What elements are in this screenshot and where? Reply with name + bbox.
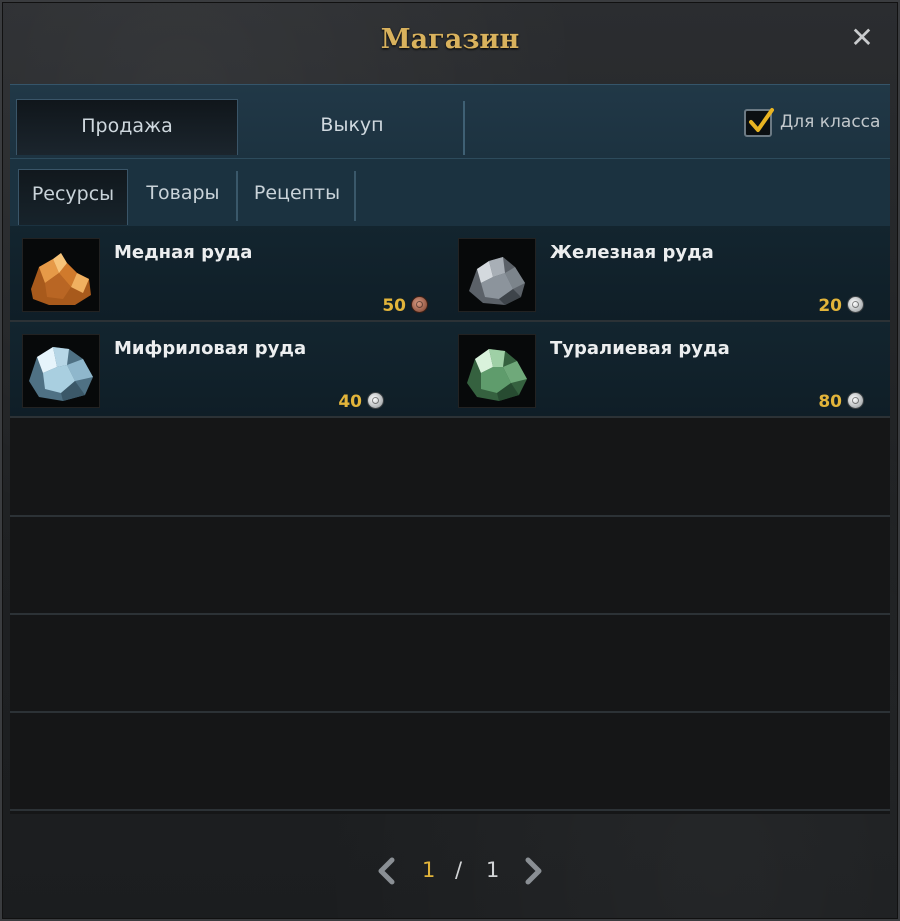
tab-sell[interactable]: Продажа xyxy=(16,99,238,155)
copper-ore-icon xyxy=(22,238,100,312)
item-price: 80 xyxy=(818,392,864,414)
category-tab-bar: Ресурсы Товары Рецепты xyxy=(10,158,890,227)
class-filter-checkbox[interactable] xyxy=(744,108,774,137)
turalium-ore-icon xyxy=(458,334,536,408)
item-copper-ore[interactable]: Медная руда 50 xyxy=(10,226,442,320)
title-bar[interactable]: Магазин ✕ xyxy=(2,2,898,84)
page-separator: / xyxy=(455,858,463,882)
copper-coin-icon xyxy=(411,296,428,313)
shop-window: Магазин ✕ Продажа Выкуп Для класса Ресур… xyxy=(0,0,900,921)
class-filter-toggle[interactable]: Для класса xyxy=(744,107,880,141)
tab-divider xyxy=(463,101,465,155)
item-name: Туралиевая руда xyxy=(550,338,730,359)
window-title: Магазин xyxy=(380,24,520,55)
tab-divider xyxy=(354,171,356,221)
price-value: 80 xyxy=(818,392,842,412)
tab-divider xyxy=(236,171,238,221)
silver-coin-icon xyxy=(367,392,384,409)
tab-recipes-label: Рецепты xyxy=(253,182,341,204)
table-row xyxy=(10,421,890,517)
prev-page-icon[interactable] xyxy=(374,856,400,886)
item-turalium-ore[interactable]: Туралиевая руда 80 xyxy=(446,322,878,416)
item-iron-ore[interactable]: Железная руда 20 xyxy=(446,226,878,320)
table-row: Мифриловая руда 40 Туралиевая руда 80 xyxy=(10,322,890,418)
tab-sell-label: Продажа xyxy=(81,115,173,137)
item-price: 40 xyxy=(338,392,384,414)
table-row: Медная руда 50 Железная руда 20 xyxy=(10,226,890,322)
pagination: 1 / 1 xyxy=(2,842,898,892)
price-value: 50 xyxy=(382,296,406,316)
silver-coin-icon xyxy=(847,392,864,409)
current-page: 1 xyxy=(422,858,436,882)
close-icon[interactable]: ✕ xyxy=(848,24,876,52)
shop-content: Продажа Выкуп Для класса Ресурсы Товары … xyxy=(10,84,890,814)
tab-goods[interactable]: Товары xyxy=(132,169,234,225)
item-mithril-ore[interactable]: Мифриловая руда 40 xyxy=(10,322,442,416)
tab-recipes[interactable]: Рецепты xyxy=(240,169,354,225)
price-value: 40 xyxy=(338,392,362,412)
table-row xyxy=(10,617,890,713)
tab-buyback[interactable]: Выкуп xyxy=(240,99,464,155)
total-pages: 1 xyxy=(486,858,500,882)
item-name: Железная руда xyxy=(550,242,714,263)
checkmark-icon xyxy=(749,108,774,132)
main-tab-bar: Продажа Выкуп Для класса xyxy=(10,84,890,159)
item-price: 20 xyxy=(818,296,864,318)
mithril-ore-icon xyxy=(22,334,100,408)
table-row xyxy=(10,519,890,615)
class-filter-label: Для класса xyxy=(780,112,881,132)
item-name: Медная руда xyxy=(114,242,253,263)
tab-goods-label: Товары xyxy=(146,182,220,204)
item-name: Мифриловая руда xyxy=(114,338,307,359)
item-price: 50 xyxy=(382,296,428,318)
next-page-icon[interactable] xyxy=(520,856,546,886)
tab-resources-label: Ресурсы xyxy=(31,183,115,205)
table-row xyxy=(10,715,890,811)
silver-coin-icon xyxy=(847,296,864,313)
tab-resources[interactable]: Ресурсы xyxy=(18,169,128,225)
price-value: 20 xyxy=(818,296,842,316)
iron-ore-icon xyxy=(458,238,536,312)
tab-buyback-label: Выкуп xyxy=(320,114,384,136)
